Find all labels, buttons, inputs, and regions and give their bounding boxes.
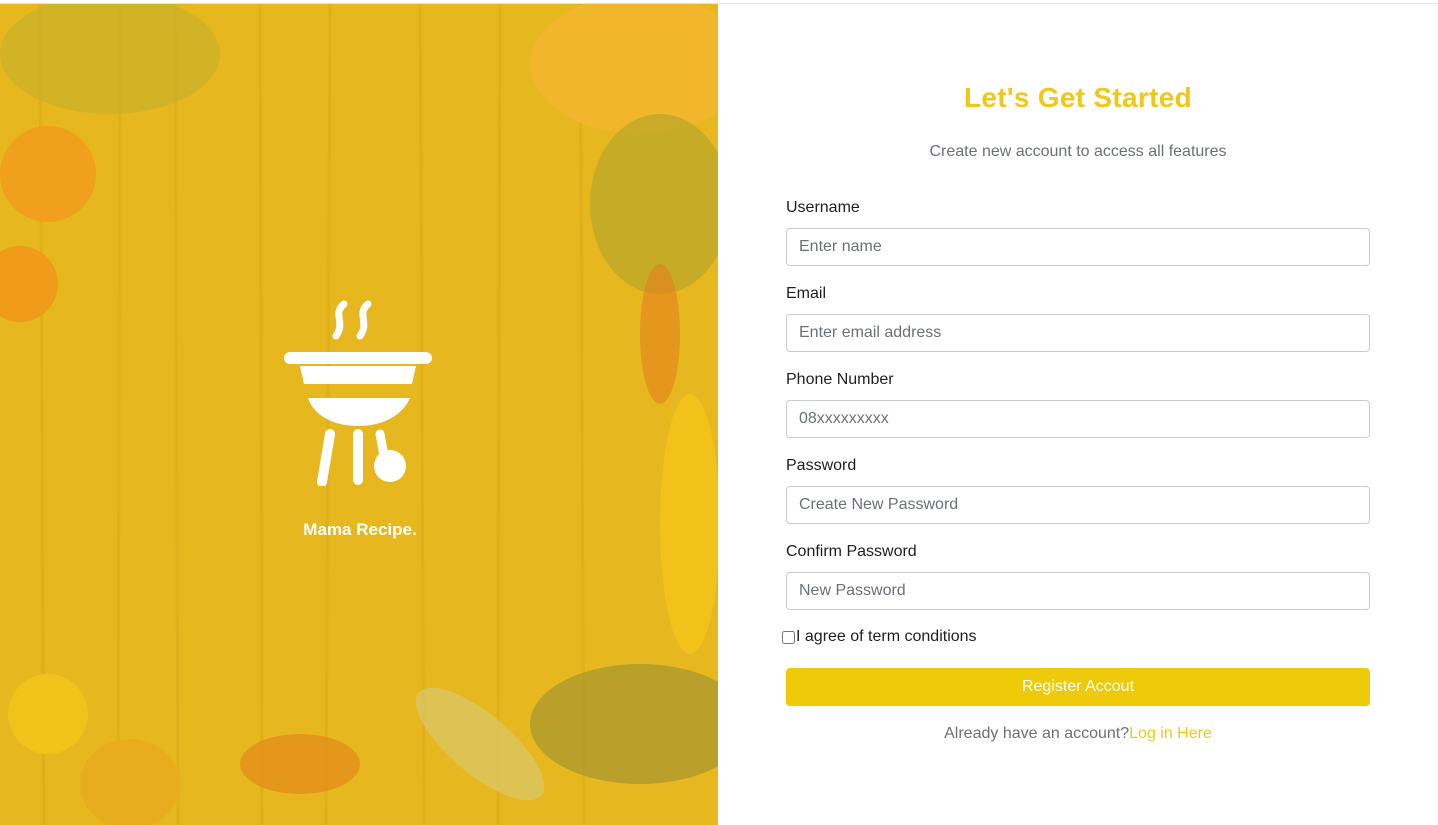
username-input[interactable]: [786, 228, 1370, 266]
register-panel: Let's Get Started Create new account to …: [718, 4, 1438, 825]
brand-name: Mama Recipe.: [303, 520, 417, 539]
password-label: Password: [786, 457, 857, 474]
email-label: Email: [786, 285, 827, 302]
grill-icon: [284, 300, 432, 486]
register-button[interactable]: Register Accout: [786, 668, 1370, 706]
page-subtitle: Create new account to access all feature…: [929, 143, 1227, 160]
phone-label: Phone Number: [786, 371, 894, 388]
confirm-password-label: Confirm Password: [786, 543, 917, 560]
username-label: Username: [786, 199, 860, 216]
terms-label: I agree of term conditions: [796, 628, 977, 645]
terms-checkbox[interactable]: [782, 630, 795, 644]
login-prompt-row: Already have an account?Log in Here: [718, 725, 1438, 743]
login-link[interactable]: Log in Here: [1129, 725, 1212, 742]
hero-panel: Mama Recipe.: [0, 4, 718, 825]
page-title: Let's Get Started: [963, 82, 1193, 113]
login-prompt: Already have an account?: [944, 725, 1130, 742]
confirm-password-input[interactable]: [786, 572, 1370, 610]
phone-input[interactable]: [786, 400, 1370, 438]
terms-row: I agree of term conditions: [782, 628, 977, 646]
email-input[interactable]: [786, 314, 1370, 352]
brand-block: Mama Recipe.: [0, 300, 718, 539]
password-input[interactable]: [786, 486, 1370, 524]
